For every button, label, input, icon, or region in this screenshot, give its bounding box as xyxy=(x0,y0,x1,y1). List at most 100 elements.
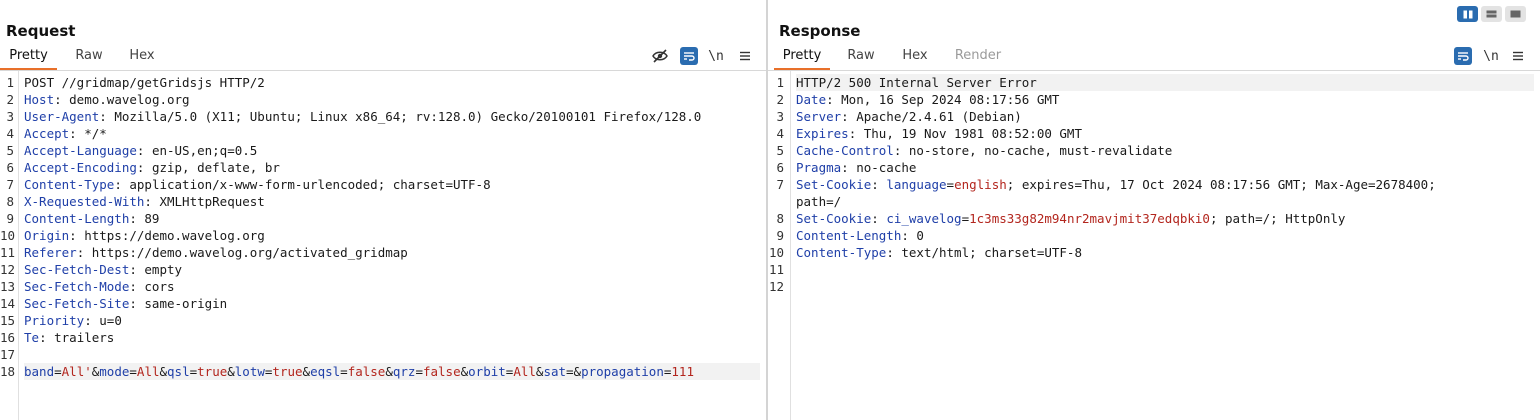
response-line-number: 12 xyxy=(768,279,784,294)
response-code-line[interactable]: HTTP/2 500 Internal Server Error xyxy=(796,74,1534,91)
cookie-equals: = xyxy=(946,177,955,192)
header-value: : Mon, 16 Sep 2024 08:17:56 GMT xyxy=(826,92,1060,107)
response-code-line[interactable] xyxy=(796,278,1534,295)
request-code-line[interactable] xyxy=(24,346,760,363)
show-newlines-icon[interactable]: \n xyxy=(1482,47,1500,65)
param-equals: = xyxy=(340,364,348,379)
request-line-number: 6 xyxy=(6,160,14,175)
response-tab-hex[interactable]: Hex xyxy=(892,44,938,68)
header-value: : */* xyxy=(69,126,107,141)
top-bottom-layout-icon[interactable] xyxy=(1481,6,1502,22)
response-line-number: 4 xyxy=(776,126,784,141)
line-text: path=/ xyxy=(796,194,842,209)
request-tab-hex[interactable]: Hex xyxy=(116,44,168,68)
response-code-line[interactable]: Date: Mon, 16 Sep 2024 08:17:56 GMT xyxy=(796,91,1534,108)
param-key: mode xyxy=(99,364,130,379)
cookie-name: ci_wavelog xyxy=(886,211,962,226)
response-tab-raw[interactable]: Raw xyxy=(838,44,884,68)
request-code-line[interactable]: Accept-Encoding: gzip, deflate, br xyxy=(24,159,760,176)
request-code-line[interactable]: Priority: u=0 xyxy=(24,312,760,329)
request-code-line[interactable]: POST //gridmap/getGridsjs HTTP/2 xyxy=(24,74,760,91)
request-code-line[interactable]: Content-Length: 89 xyxy=(24,210,760,227)
response-line-number: 7 xyxy=(776,177,784,192)
param-value: All xyxy=(513,364,536,379)
header-value: : no-store, no-cache, must-revalidate xyxy=(893,143,1173,158)
param-value: 111 xyxy=(671,364,694,379)
response-code-line[interactable]: Set-Cookie: ci_wavelog=1c3ms33g82m94nr2m… xyxy=(796,210,1534,227)
header-colon: : xyxy=(871,177,887,192)
single-pane-layout-icon[interactable] xyxy=(1505,6,1526,22)
param-separator: & xyxy=(573,364,582,379)
response-tab-pretty[interactable]: Pretty xyxy=(774,44,830,70)
side-by-side-layout-icon[interactable] xyxy=(1457,6,1478,22)
request-code-line[interactable]: Host: demo.wavelog.org xyxy=(24,91,760,108)
request-code-line[interactable]: Referer: https://demo.wavelog.org/activa… xyxy=(24,244,760,261)
show-newlines-icon[interactable]: \n xyxy=(707,47,725,65)
response-code-line[interactable]: Expires: Thu, 19 Nov 1981 08:52:00 GMT xyxy=(796,125,1534,142)
header-name: Content-Type xyxy=(796,245,887,260)
response-line-number: 8 xyxy=(776,211,784,226)
request-code-line[interactable]: User-Agent: Mozilla/5.0 (X11; Ubuntu; Li… xyxy=(24,108,760,125)
header-name: Accept-Encoding xyxy=(24,160,137,175)
request-line-number: 5 xyxy=(6,143,14,158)
param-equals: = xyxy=(415,364,423,379)
request-code-line[interactable]: Sec-Fetch-Site: same-origin xyxy=(24,295,760,312)
response-tabs: Pretty Raw Hex Render \n xyxy=(768,44,1540,71)
response-line-number: 10 xyxy=(768,245,784,260)
request-code-line[interactable]: Accept: */* xyxy=(24,125,760,142)
response-pane: Response Pretty Raw Hex Render \n 123456… xyxy=(768,0,1540,420)
header-name: Expires xyxy=(796,126,849,141)
response-code-line[interactable]: Cache-Control: no-store, no-cache, must-… xyxy=(796,142,1534,159)
response-code-line[interactable]: path=/ xyxy=(796,193,1534,210)
header-name: Pragma xyxy=(796,160,842,175)
header-value: : application/x-www-form-urlencoded; cha… xyxy=(114,177,491,192)
header-value: : en-US,en;q=0.5 xyxy=(136,143,258,158)
request-code-line[interactable]: Origin: https://demo.wavelog.org xyxy=(24,227,760,244)
header-name: Content-Length xyxy=(24,211,130,226)
word-wrap-icon[interactable] xyxy=(680,47,698,65)
eye-off-icon[interactable] xyxy=(651,47,669,65)
param-key: eqsl xyxy=(310,364,341,379)
header-name: Set-Cookie xyxy=(796,211,872,226)
response-code-line[interactable] xyxy=(796,261,1534,278)
request-tab-raw[interactable]: Raw xyxy=(62,44,116,68)
header-name: Date xyxy=(796,92,827,107)
header-value: : Mozilla/5.0 (X11; Ubuntu; Linux x86_64… xyxy=(99,109,702,124)
request-code-line[interactable]: Sec-Fetch-Dest: empty xyxy=(24,261,760,278)
response-tab-render[interactable]: Render xyxy=(948,44,1008,68)
param-separator: & xyxy=(227,364,235,379)
request-code-line[interactable]: Accept-Language: en-US,en;q=0.5 xyxy=(24,142,760,159)
cookie-attributes: ; path=/; HttpOnly xyxy=(1209,211,1346,226)
header-name: Cache-Control xyxy=(796,143,894,158)
hamburger-menu-icon[interactable] xyxy=(1509,47,1527,65)
request-line-number: 11 xyxy=(0,245,16,260)
request-code-line[interactable]: Sec-Fetch-Mode: cors xyxy=(24,278,760,295)
request-line-number: 3 xyxy=(6,109,14,124)
request-title: Request xyxy=(6,22,76,40)
response-code-line[interactable]: Set-Cookie: language=english; expires=Th… xyxy=(796,176,1534,193)
response-code-line[interactable]: Pragma: no-cache xyxy=(796,159,1534,176)
response-code-line[interactable]: Content-Length: 0 xyxy=(796,227,1534,244)
cookie-value: english xyxy=(954,177,1007,192)
request-code-line[interactable]: X-Requested-With: XMLHttpRequest xyxy=(24,193,760,210)
word-wrap-icon[interactable] xyxy=(1454,47,1472,65)
response-code-line[interactable]: Server: Apache/2.4.61 (Debian) xyxy=(796,108,1534,125)
header-name: Host xyxy=(24,92,55,107)
response-line-number: 11 xyxy=(768,262,784,277)
header-name: Accept-Language xyxy=(24,143,137,158)
hamburger-menu-icon[interactable] xyxy=(736,47,754,65)
request-code-line[interactable]: Content-Type: application/x-www-form-url… xyxy=(24,176,760,193)
request-code-line[interactable]: Te: trailers xyxy=(24,329,760,346)
cookie-equals: = xyxy=(961,211,970,226)
request-tab-pretty[interactable]: Pretty xyxy=(0,44,57,70)
response-editor[interactable]: 1 2 3 4 5 6 7 8 9 10 11 12 HTTP/2 500 Internal Serv… xyxy=(768,71,1540,420)
request-editor[interactable]: 1 2 3 4 5 6 7 8 9 10 11 12 13 14 15 16 17 18 POST //gridm… xyxy=(0,71,766,420)
request-line-number: 10 xyxy=(0,228,16,243)
response-line-number: 3 xyxy=(776,109,784,124)
response-line-number: 2 xyxy=(776,92,784,107)
param-value: All xyxy=(136,364,160,379)
request-line-number: 16 xyxy=(0,330,16,345)
response-code-line[interactable]: Content-Type: text/html; charset=UTF-8 xyxy=(796,244,1534,261)
request-code-line[interactable]: band=All'&mode=All&qsl=true&lotw=true&eq… xyxy=(24,363,760,380)
header-value: : https://demo.wavelog.org xyxy=(69,228,265,243)
